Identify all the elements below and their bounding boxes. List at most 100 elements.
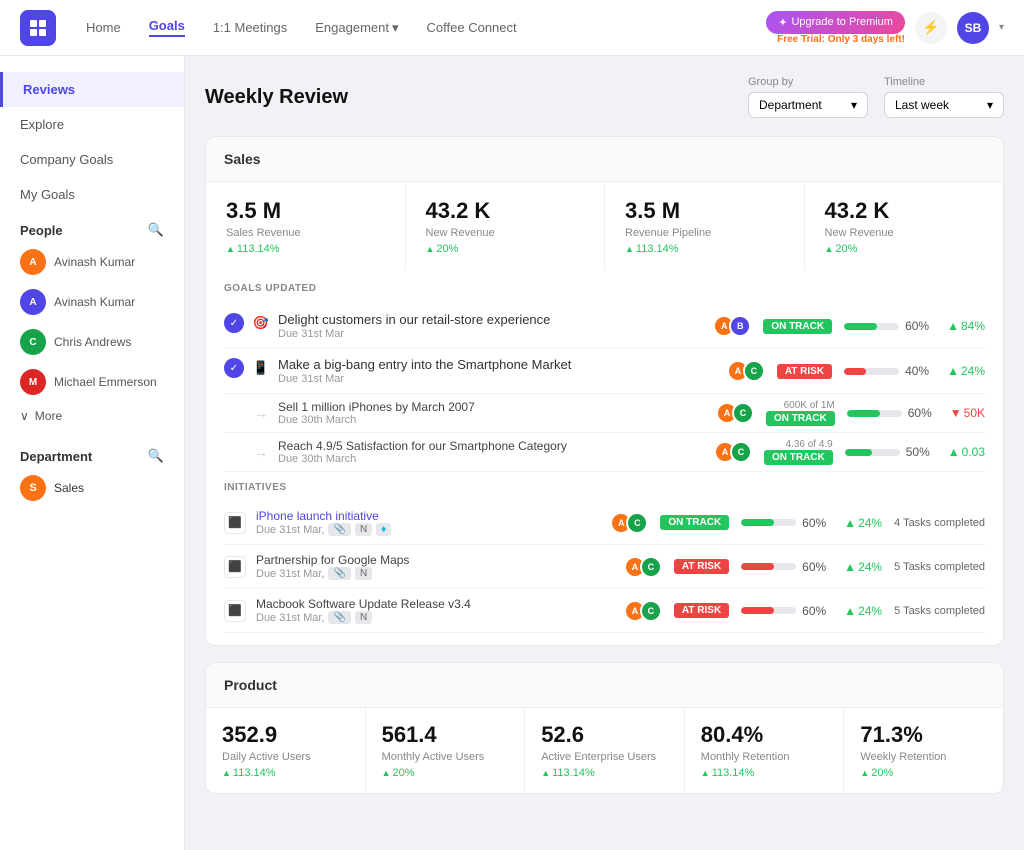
initiative-title-3: Macbook Software Update Release v3.4 xyxy=(256,597,614,611)
sidebar-item-explore[interactable]: Explore xyxy=(0,107,184,142)
progress-fill xyxy=(844,368,866,375)
initiative-right-2: A C AT RISK 60% ▲ 24% 5 Task xyxy=(624,556,985,578)
tasks-completed-2: 5 Tasks completed xyxy=(894,561,985,573)
assignee-avatar: C xyxy=(626,512,648,534)
sidebar-person-chris[interactable]: C Chris Andrews xyxy=(0,322,184,362)
sidebar-person-michael[interactable]: M Michael Emmerson xyxy=(0,362,184,402)
chevron-down-icon[interactable]: ▾ xyxy=(999,22,1004,33)
tasks-completed-1: 4 Tasks completed xyxy=(894,517,985,529)
main-content: Weekly Review Group by Department ▾ Time… xyxy=(185,56,1024,850)
initiatives-label: INITIATIVES xyxy=(224,482,985,493)
person-avatar: A xyxy=(20,249,46,275)
goal-phone-icon: 📱 xyxy=(252,359,270,377)
sub-goal-change-1: ▼ 50K xyxy=(950,406,985,420)
dept-avatar: S xyxy=(20,475,46,501)
metric-weekly-retention: 71.3% Weekly Retention 20% xyxy=(844,708,1003,793)
progress-bar-wrap-1: 60% xyxy=(844,319,935,333)
progress-fill xyxy=(741,607,774,614)
content-header: Weekly Review Group by Department ▾ Time… xyxy=(205,76,1004,118)
nav-engagement[interactable]: Engagement▾ xyxy=(315,20,398,36)
sidebar-person-avinash-2[interactable]: A Avinash Kumar xyxy=(0,282,184,322)
person-avatar: M xyxy=(20,369,46,395)
initiative-row-2: ⬛ Partnership for Google Maps Due 31st M… xyxy=(224,545,985,589)
progress-fill xyxy=(844,323,877,330)
group-by-control: Group by Department ▾ xyxy=(748,76,868,118)
goal-left-2: ✓ 📱 Make a big-bang entry into the Smart… xyxy=(224,357,717,385)
notifications-button[interactable]: ⚡ xyxy=(915,12,947,44)
assignee-avatar: B xyxy=(729,315,751,337)
initiative-icon: ⬛ xyxy=(224,600,246,622)
initiative-change-2: ▲ 24% xyxy=(844,560,882,574)
sub-goal-change-2: ▲ 0.03 xyxy=(948,445,985,459)
chevron-down-icon: ∨ xyxy=(20,409,29,423)
assignee-avatar: C xyxy=(640,556,662,578)
sidebar-item-company-goals[interactable]: Company Goals xyxy=(0,142,184,177)
initiative-title-link[interactable]: iPhone launch initiative xyxy=(256,509,600,523)
people-search-icon[interactable]: 🔍 xyxy=(148,222,164,238)
people-section-header: People 🔍 xyxy=(0,212,184,242)
initiative-icon: ⬛ xyxy=(224,556,246,578)
tag-attachment: 📎 xyxy=(328,567,350,580)
sub-goal-assignees-1: A C xyxy=(716,402,754,424)
chevron-down-icon: ▾ xyxy=(987,98,993,112)
sub-goal-progress-1: 60% xyxy=(847,406,938,420)
metric-new-revenue-2: 43.2 K New Revenue 20% xyxy=(805,182,1004,271)
sidebar-person-avinash-1[interactable]: A Avinash Kumar xyxy=(0,242,184,282)
top-nav: Home Goals 1:1 Meetings Engagement▾ Coff… xyxy=(0,0,1024,56)
assignee-avatar: C xyxy=(743,360,765,382)
initiative-info-2: Partnership for Google Maps Due 31st Mar… xyxy=(256,553,614,580)
sub-goal-right-2: A C 4.36 of 4.9 ON TRACK xyxy=(714,439,985,465)
timeline-select[interactable]: Last week ▾ xyxy=(884,92,1004,118)
metric-monthly-active: 561.4 Monthly Active Users 20% xyxy=(366,708,526,793)
main-layout: Reviews Explore Company Goals My Goals P… xyxy=(0,56,1024,850)
goal-row-1: ✓ 🎯 Delight customers in our retail-stor… xyxy=(224,304,985,349)
goals-section: GOALS UPDATED ✓ 🎯 Delight customers in o… xyxy=(206,271,1003,645)
nav-coffee-connect[interactable]: Coffee Connect xyxy=(427,20,517,35)
status-badge: ON TRACK xyxy=(766,411,835,426)
sub-goal-arrow-icon: → xyxy=(254,405,268,421)
initiative-right-1: A C ON TRACK 60% ▲ 24% 4 Tas xyxy=(610,512,985,534)
sub-goal-row-1: → Sell 1 million iPhones by March 2007 D… xyxy=(224,394,985,433)
progress-bar-1 xyxy=(844,323,899,330)
app-logo[interactable] xyxy=(20,10,56,46)
initiative-row-1: ⬛ iPhone launch initiative Due 31st Mar,… xyxy=(224,501,985,545)
metric-enterprise-users: 52.6 Active Enterprise Users 113.14% xyxy=(525,708,685,793)
sales-metrics-row: 3.5 M Sales Revenue 113.14% 43.2 K New R… xyxy=(206,182,1003,271)
goal-check-icon: ✓ xyxy=(224,358,244,378)
sidebar-dept-sales[interactable]: S Sales xyxy=(0,468,184,508)
nav-home[interactable]: Home xyxy=(86,20,121,35)
person-avatar: C xyxy=(20,329,46,355)
dept-search-icon[interactable]: 🔍 xyxy=(148,448,164,464)
sidebar-item-my-goals[interactable]: My Goals xyxy=(0,177,184,212)
tag-notion: N xyxy=(355,567,372,580)
initiative-change-1: ▲ 24% xyxy=(844,516,882,530)
goal-right-1: A B ON TRACK 60% ▲ 84% xyxy=(713,315,985,337)
user-avatar-button[interactable]: SB xyxy=(957,12,989,44)
product-section-header: Product xyxy=(206,663,1003,708)
metric-sales-revenue: 3.5 M Sales Revenue 113.14% xyxy=(206,182,406,271)
goal-assignees-1: A B xyxy=(713,315,751,337)
status-badge-on-track: ON TRACK xyxy=(763,319,832,334)
progress-bar xyxy=(741,563,796,570)
tag-attachment: 📎 xyxy=(328,523,350,536)
progress-bar-wrap-2: 40% xyxy=(844,364,935,378)
sidebar-more-item[interactable]: ∨ More xyxy=(0,402,184,430)
initiative-title-2: Partnership for Google Maps xyxy=(256,553,614,567)
sub-goal-info-2: Reach 4.9/5 Satisfaction for our Smartph… xyxy=(278,439,704,465)
star-icon: ✦ xyxy=(778,16,787,29)
nav-meetings[interactable]: 1:1 Meetings xyxy=(213,20,287,35)
tasks-completed-3: 5 Tasks completed xyxy=(894,605,985,617)
sub-goal-arrow-icon: → xyxy=(254,444,268,460)
goal-text-2: Make a big-bang entry into the Smartphon… xyxy=(278,357,717,385)
group-by-select[interactable]: Department ▾ xyxy=(748,92,868,118)
goal-left-1: ✓ 🎯 Delight customers in our retail-stor… xyxy=(224,312,703,340)
sub-goal-progress-2: 50% xyxy=(845,445,936,459)
sub-goal-row-2: → Reach 4.9/5 Satisfaction for our Smart… xyxy=(224,433,985,472)
nav-goals[interactable]: Goals xyxy=(149,18,185,37)
initiative-progress-1: 60% xyxy=(741,516,832,530)
sidebar-item-reviews[interactable]: Reviews xyxy=(0,72,184,107)
upgrade-premium-button[interactable]: ✦ Upgrade to Premium xyxy=(766,11,905,34)
progress-fill xyxy=(845,449,873,456)
initiative-progress-2: 60% xyxy=(741,560,832,574)
progress-fill xyxy=(847,410,880,417)
